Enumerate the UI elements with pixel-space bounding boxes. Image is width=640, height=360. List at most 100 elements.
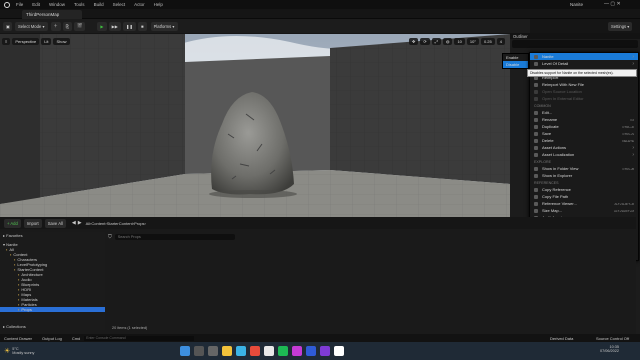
search-icon[interactable] bbox=[194, 346, 204, 356]
platforms-button[interactable]: Platforms ▾ bbox=[150, 21, 178, 31]
context-menu-item[interactable]: Show in Explorer bbox=[530, 172, 638, 179]
source-control-button[interactable]: Source Control Off bbox=[596, 336, 629, 341]
show-button[interactable]: Show bbox=[53, 37, 70, 45]
rotation-snap-value[interactable]: 10° bbox=[466, 37, 479, 45]
save-all-button[interactable]: Save All bbox=[44, 218, 66, 228]
world-icon[interactable]: ◍ bbox=[442, 37, 453, 45]
context-menu-item[interactable]: Open Source Location bbox=[530, 88, 638, 95]
outliner-tab[interactable]: Outliner bbox=[510, 33, 640, 39]
console-input[interactable]: Enter Console Command bbox=[84, 335, 195, 341]
app-icon[interactable] bbox=[292, 346, 302, 356]
unreal-logo-icon[interactable] bbox=[4, 1, 10, 8]
photoshop-icon[interactable] bbox=[306, 346, 316, 356]
pause-icon[interactable]: ❚❚ bbox=[123, 21, 137, 31]
premiere-icon[interactable] bbox=[320, 346, 330, 356]
context-menu-item[interactable]: Duplicate CTRL+D bbox=[530, 123, 638, 130]
spotify-icon[interactable] bbox=[278, 346, 288, 356]
weather-widget[interactable]: 5°C Mostly sunny bbox=[12, 347, 34, 355]
chrome-icon[interactable] bbox=[250, 346, 260, 356]
play-in-editor-icon[interactable]: ▶▶ bbox=[108, 21, 122, 31]
context-menu-item[interactable]: Show in Folder View CTRL+B bbox=[530, 165, 638, 172]
context-menu-item[interactable]: Size Map... ALT+SHIFT+M bbox=[530, 207, 638, 214]
grid-snap-value[interactable]: 10 bbox=[454, 37, 465, 45]
context-menu-item[interactable]: Rename F2 bbox=[530, 116, 638, 123]
clock[interactable]: 10:35 07/06/2022 bbox=[600, 345, 619, 353]
camera-speed-value[interactable]: 4 bbox=[496, 37, 505, 45]
context-menu-item[interactable]: Nanite › bbox=[530, 53, 638, 60]
menu-item-select[interactable]: Select bbox=[113, 2, 126, 7]
menu-item-help[interactable]: Help bbox=[154, 2, 163, 7]
menu-item-label: Delete bbox=[542, 138, 554, 143]
play-button[interactable]: ▶ bbox=[97, 21, 107, 31]
context-menu-item[interactable]: Delete DELETE bbox=[530, 137, 638, 144]
settings-button[interactable]: Settings ▾ bbox=[608, 21, 633, 31]
select-mode-button[interactable]: Select Mode ▾ bbox=[15, 21, 48, 31]
menu-item-label: Duplicate bbox=[542, 124, 559, 129]
nanite-disable-item[interactable]: Disable bbox=[503, 61, 528, 68]
add-actor-icon[interactable]: ＋ bbox=[50, 21, 61, 31]
scale-icon[interactable]: ⤢ bbox=[431, 37, 441, 45]
favorites-header[interactable]: ▸ Favorites bbox=[0, 232, 105, 238]
file-explorer-icon[interactable] bbox=[222, 346, 232, 356]
outliner-search-input[interactable] bbox=[512, 40, 638, 48]
breadcrumb: All › Content › StarterContent › Props › bbox=[86, 221, 146, 226]
save-icon[interactable]: ▣ bbox=[3, 21, 12, 31]
nav-back-icon[interactable]: ◀ bbox=[72, 220, 76, 226]
content-search-input[interactable]: Search Props bbox=[114, 233, 235, 240]
context-menu-item[interactable]: Asset Actions › bbox=[530, 144, 638, 151]
transform-icon[interactable]: ✥ bbox=[409, 37, 419, 45]
menu-section-header: REFERENCES bbox=[530, 179, 638, 186]
tab-level[interactable]: ThirdPersonMap bbox=[22, 10, 82, 19]
menu-item-edit[interactable]: Edit bbox=[32, 2, 40, 7]
blueprint-icon[interactable]: ⎘ bbox=[62, 21, 73, 31]
perspective-button[interactable]: Perspective bbox=[12, 37, 40, 45]
context-menu-item[interactable]: Copy Reference bbox=[530, 186, 638, 193]
breadcrumb-item[interactable]: Props bbox=[134, 221, 144, 226]
menu-item-tools[interactable]: Tools bbox=[74, 2, 85, 7]
viewport-menu-icon[interactable]: ≡ bbox=[2, 37, 11, 45]
weather-icon[interactable]: ☀ bbox=[4, 347, 10, 355]
level-viewport[interactable]: MaterialsMaterial SphereSM_BushSM_ChairS… bbox=[0, 34, 510, 217]
derived-data-button[interactable]: Derived Data bbox=[550, 336, 573, 341]
menu-item-label: Nanite bbox=[542, 54, 554, 59]
tooltip: Disables support for Nanite on the selec… bbox=[527, 69, 637, 77]
content-drawer-button[interactable]: Content Drawer bbox=[4, 336, 32, 341]
context-menu-item[interactable]: Asset Localization › bbox=[530, 151, 638, 158]
context-menu-item[interactable]: Save CTRL+S bbox=[530, 130, 638, 137]
collections-header[interactable]: ▸ Collections bbox=[0, 323, 105, 330]
edge-icon[interactable] bbox=[236, 346, 246, 356]
window-controls[interactable]: — ▢ ✕ bbox=[604, 1, 621, 7]
menu-item-actor[interactable]: Actor bbox=[134, 2, 145, 7]
title-bar: File Edit Window Tools Build Select Actor Help … bbox=[0, 0, 640, 9]
lit-button[interactable]: Lit bbox=[41, 37, 52, 45]
folder-tree-item[interactable]: ▪ Props bbox=[0, 307, 105, 312]
rotate-icon[interactable]: ⟳ bbox=[420, 37, 430, 45]
menu-item-build[interactable]: Build bbox=[94, 2, 104, 7]
context-menu-item[interactable]: Copy File Path bbox=[530, 193, 638, 200]
cinematics-icon[interactable]: 🎬 bbox=[74, 21, 86, 31]
context-menu-item[interactable]: Level Of Detail › bbox=[530, 60, 638, 67]
enable-label: Enable bbox=[506, 55, 519, 60]
breadcrumb-item[interactable]: StarterContent bbox=[107, 221, 133, 226]
nav-forward-icon[interactable]: ▶ bbox=[78, 220, 82, 226]
add-button[interactable]: + Add bbox=[4, 218, 21, 228]
context-menu-item[interactable]: Reference Viewer... ALT+SHIFT+R bbox=[530, 200, 638, 207]
start-icon[interactable] bbox=[180, 346, 190, 356]
context-menu-item[interactable]: Edit... bbox=[530, 109, 638, 116]
import-button[interactable]: Import bbox=[23, 218, 42, 228]
epic-launcher-icon[interactable] bbox=[334, 346, 344, 356]
context-menu-item[interactable]: Open In External Editor bbox=[530, 95, 638, 102]
context-menu-item[interactable]: Reimport With New File bbox=[530, 81, 638, 88]
menu-item-label: Reimport With New File bbox=[542, 82, 585, 87]
menu-item-window[interactable]: Window bbox=[49, 2, 65, 7]
task-view-icon[interactable] bbox=[208, 346, 218, 356]
filter-icon[interactable]: ⛉ bbox=[108, 234, 112, 240]
cmd-button[interactable]: Cmd bbox=[72, 336, 80, 341]
stop-icon[interactable]: ■ bbox=[138, 21, 147, 31]
output-log-button[interactable]: Output Log bbox=[42, 336, 62, 341]
nanite-enable-item[interactable]: Enable bbox=[503, 54, 528, 61]
menu-item-file[interactable]: File bbox=[16, 2, 23, 7]
scale-snap-value[interactable]: 0.25 bbox=[480, 37, 495, 45]
unreal-engine-icon[interactable] bbox=[264, 346, 274, 356]
breadcrumb-item[interactable]: Content bbox=[91, 221, 105, 226]
